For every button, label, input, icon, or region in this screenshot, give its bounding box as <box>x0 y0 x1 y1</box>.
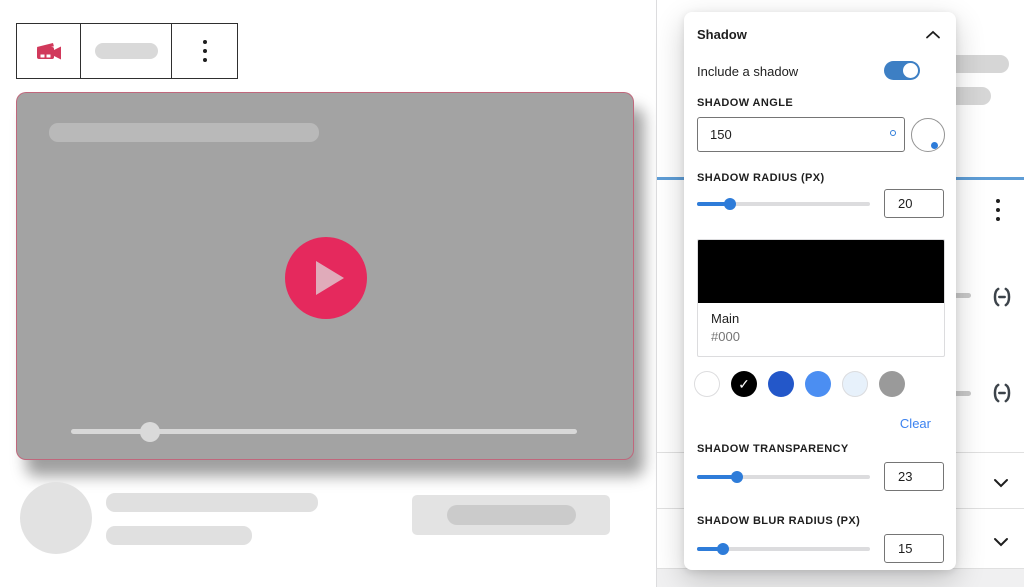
play-icon <box>316 261 344 295</box>
toolbar-placeholder-pill <box>94 43 158 59</box>
shadow-blur-label: SHADOW BLUR RADIUS (PX) <box>697 515 861 527</box>
video-camera-icon <box>34 38 64 64</box>
avatar-placeholder <box>20 482 92 554</box>
color-preview-swatch <box>698 240 944 303</box>
shadow-settings-panel: Shadow Include a shadow SHADOW ANGLE SHA… <box>684 12 956 570</box>
video-progress-handle[interactable] <box>140 422 160 442</box>
play-button[interactable] <box>285 237 367 319</box>
panel-title: Shadow <box>697 27 747 42</box>
shadow-transparency-slider[interactable] <box>697 471 870 483</box>
chevron-up-icon[interactable] <box>924 29 942 41</box>
toggle-knob <box>903 63 918 78</box>
color-name: Main <box>711 311 740 326</box>
include-shadow-toggle[interactable] <box>884 61 920 80</box>
block-toolbar <box>16 23 238 79</box>
slider-handle[interactable] <box>730 471 743 483</box>
degrees-icon <box>890 130 896 136</box>
palette-swatch-blue[interactable] <box>805 371 831 397</box>
kebab-menu-icon <box>202 40 207 62</box>
video-title-placeholder <box>49 123 319 142</box>
video-block-type-button[interactable] <box>17 24 80 78</box>
shadow-blur-input[interactable] <box>884 534 944 563</box>
shadow-angle-input[interactable] <box>697 117 905 152</box>
clear-color-link[interactable]: Clear <box>900 416 931 431</box>
shadow-radius-input[interactable] <box>884 189 944 218</box>
link-icon[interactable] <box>989 284 1015 310</box>
slider-fill <box>697 471 743 483</box>
angle-dial[interactable] <box>911 118 945 152</box>
sidebar-text-placeholder <box>947 55 1009 73</box>
include-shadow-label: Include a shadow <box>697 64 799 79</box>
toolbar-options-button[interactable] <box>171 24 237 78</box>
palette-swatch-pale-blue[interactable] <box>842 371 868 397</box>
chevron-down-icon[interactable] <box>991 476 1011 490</box>
slider-handle[interactable] <box>723 198 736 210</box>
check-icon: ✓ <box>738 376 750 392</box>
slider-handle[interactable] <box>716 543 729 555</box>
shadow-color-card[interactable]: Main #000 <box>697 239 945 357</box>
shadow-blur-slider[interactable] <box>697 543 870 555</box>
color-info: Main #000 <box>698 303 944 344</box>
shadow-angle-label: SHADOW ANGLE <box>697 97 794 109</box>
button-placeholder <box>412 495 610 535</box>
shadow-radius-slider[interactable] <box>697 198 870 210</box>
sidebar-options-button[interactable] <box>996 199 1000 221</box>
palette-swatch-white[interactable] <box>694 371 720 397</box>
text-line-placeholder <box>106 493 318 512</box>
palette-swatch-gray[interactable] <box>879 371 905 397</box>
slider-fill <box>697 543 729 555</box>
link-icon[interactable] <box>989 380 1015 406</box>
color-palette: ✓ <box>694 371 905 397</box>
editor-canvas <box>0 0 656 587</box>
sidebar-footer-band <box>657 569 1024 587</box>
shadow-transparency-input[interactable] <box>884 462 944 491</box>
drag-handle-placeholder[interactable] <box>80 24 171 78</box>
palette-swatch-black-selected[interactable]: ✓ <box>731 371 757 397</box>
shadow-radius-label: SHADOW RADIUS (PX) <box>697 172 825 184</box>
chevron-down-icon[interactable] <box>991 535 1011 549</box>
button-label-placeholder <box>447 505 576 525</box>
video-block[interactable] <box>16 92 634 460</box>
shadow-transparency-label: SHADOW TRANSPARENCY <box>697 443 849 455</box>
color-hex: #000 <box>711 329 740 344</box>
angle-dial-dot[interactable] <box>931 142 938 149</box>
text-line-placeholder <box>106 526 252 545</box>
palette-swatch-dark-blue[interactable] <box>768 371 794 397</box>
slider-fill <box>697 198 736 210</box>
